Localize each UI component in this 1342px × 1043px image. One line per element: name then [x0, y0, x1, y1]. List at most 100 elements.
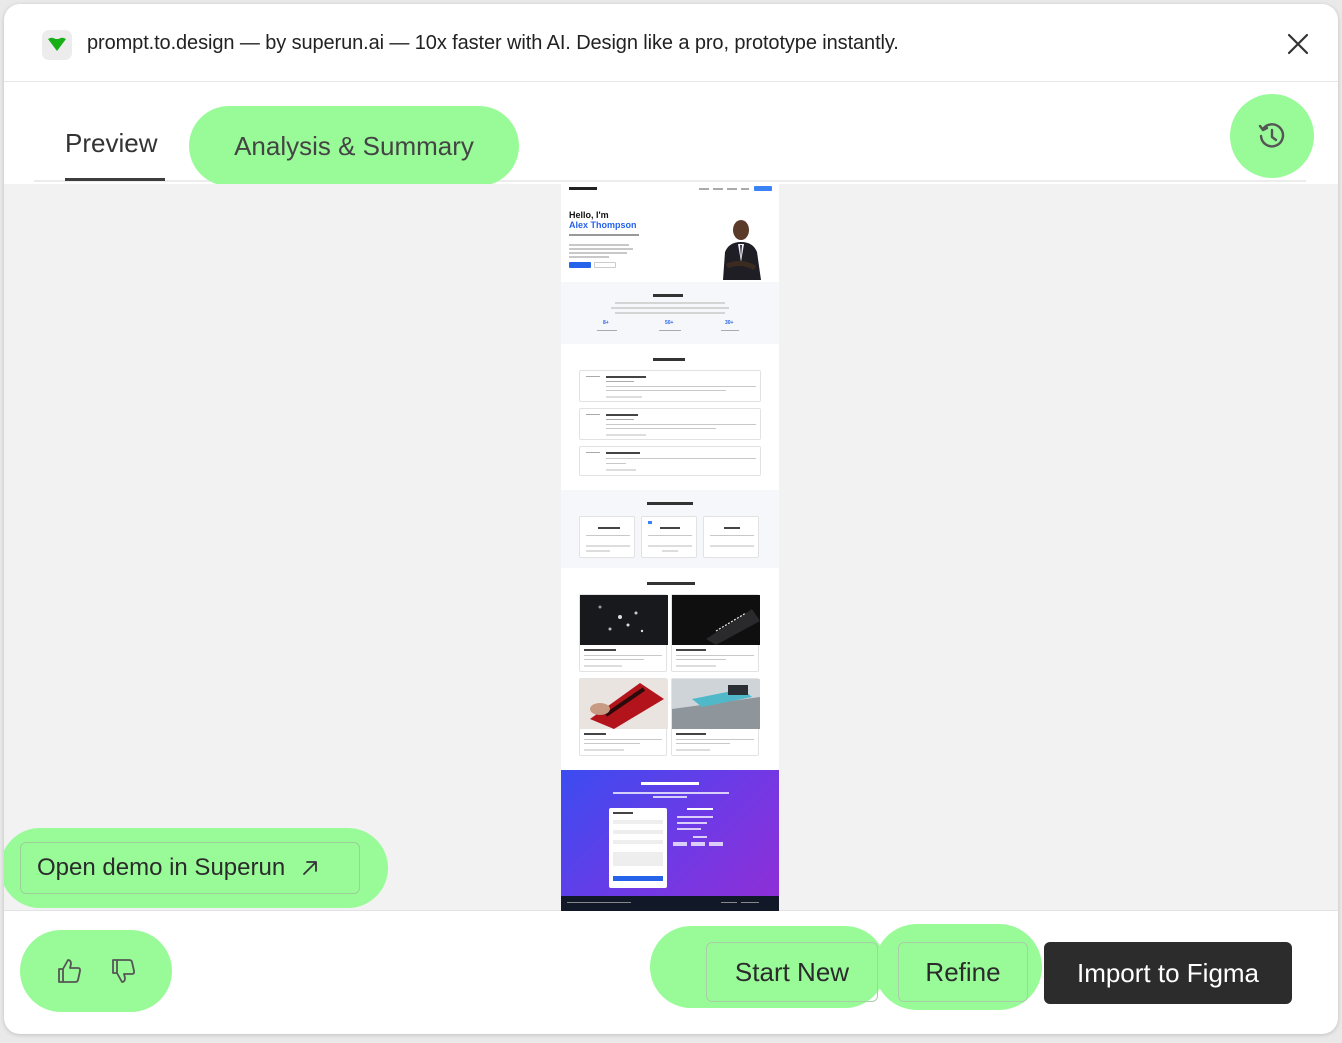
project-image — [580, 679, 668, 729]
text-line — [606, 452, 640, 454]
project-image — [672, 679, 760, 729]
preview-nav-link — [741, 188, 749, 190]
text-line — [586, 550, 610, 552]
text-line — [677, 822, 707, 824]
text-line — [615, 312, 725, 314]
preview-about-section: 8+ 50+ 30+ — [561, 282, 779, 344]
preview-hero-primary-button — [569, 262, 591, 268]
text-line — [606, 414, 638, 416]
text-line — [710, 545, 754, 547]
tab-preview[interactable]: Preview — [65, 128, 157, 159]
preview-hero-secondary-button — [594, 262, 616, 268]
text-line — [676, 739, 754, 740]
text-line — [569, 256, 609, 258]
preview-projects-section — [561, 568, 779, 770]
preview-project-card — [671, 678, 760, 756]
text-line — [676, 749, 710, 751]
thumbs-down-button[interactable] — [108, 956, 138, 986]
preview-skills-section — [561, 490, 779, 568]
tab-bar: Preview Analysis & Summary — [34, 82, 1314, 186]
text-line — [613, 792, 729, 794]
text-line — [724, 527, 740, 529]
text-line — [615, 302, 725, 304]
preview-footer — [561, 896, 779, 911]
thumbs-up-button[interactable] — [54, 956, 84, 986]
text-line — [741, 902, 759, 903]
text-line — [676, 649, 706, 651]
section-title — [653, 294, 683, 297]
text-line — [569, 244, 629, 246]
text-line — [606, 390, 726, 391]
preview-brand — [569, 187, 597, 190]
text-line — [653, 796, 687, 798]
preview-project-card — [671, 594, 760, 672]
text-line — [611, 307, 729, 309]
text-line — [613, 812, 633, 814]
text-line — [586, 414, 600, 415]
text-line — [676, 659, 726, 660]
text-line — [584, 743, 640, 744]
preview-experience-card — [579, 370, 761, 402]
text-line — [567, 902, 631, 903]
text-line — [584, 649, 616, 651]
text-line — [606, 469, 636, 471]
preview-nav — [561, 184, 779, 194]
text-line — [606, 376, 646, 378]
preview-nav-link — [713, 188, 723, 190]
preview-stat: 8+ — [603, 320, 609, 326]
text-line — [691, 842, 705, 846]
history-button[interactable] — [1230, 94, 1314, 178]
preview-project-card — [579, 594, 668, 672]
text-line — [606, 463, 626, 464]
thumbs-up-icon — [58, 959, 81, 983]
preview-contact-section — [561, 770, 779, 896]
text-line — [709, 842, 723, 846]
project-image — [580, 595, 668, 645]
open-demo-label: Open demo in Superun — [37, 854, 286, 881]
text-line — [660, 527, 680, 529]
website-preview[interactable]: Hello, I'm Alex Thompson 8+ 50+ 30+ — [561, 184, 779, 911]
open-demo-button[interactable]: Open demo in Superun — [20, 842, 360, 894]
text-line — [676, 665, 716, 667]
preview-skill-card — [641, 516, 697, 558]
text-line — [677, 828, 701, 830]
text-line — [721, 902, 737, 903]
text-line — [613, 830, 663, 834]
section-title — [647, 582, 695, 585]
text-line — [606, 386, 756, 387]
section-title — [653, 358, 685, 361]
tab-analysis-summary[interactable]: Analysis & Summary — [189, 106, 519, 186]
active-tab-indicator — [65, 178, 165, 181]
preview-experience-card — [579, 446, 761, 476]
preview-experience-section — [561, 344, 779, 490]
text-line — [606, 424, 756, 425]
text-line — [693, 836, 707, 838]
text-line — [641, 782, 699, 785]
start-new-button[interactable]: Start New — [706, 942, 878, 1002]
history-icon — [1258, 123, 1285, 148]
text-line — [648, 535, 692, 536]
text-line — [677, 816, 713, 818]
preview-stat: 50+ — [665, 320, 674, 326]
dialog-header: prompt.to.design — by superun.ai — 10x f… — [4, 4, 1338, 82]
text-line — [586, 545, 630, 547]
preview-area: Hello, I'm Alex Thompson 8+ 50+ 30+ — [4, 184, 1338, 911]
text-line — [584, 733, 606, 735]
text-line — [613, 840, 663, 844]
preview-hero-subtitle — [569, 234, 639, 236]
refine-button[interactable]: Refine — [898, 942, 1028, 1002]
text-line — [676, 733, 706, 735]
text-line — [606, 428, 716, 429]
preview-nav-link — [699, 188, 709, 190]
text-line — [584, 739, 662, 740]
text-line — [676, 655, 754, 656]
text-line — [597, 330, 617, 331]
text-line — [586, 452, 600, 453]
text-line — [606, 381, 634, 382]
text-line — [586, 376, 600, 377]
import-to-figma-button[interactable]: Import to Figma — [1044, 942, 1292, 1004]
preview-skill-card — [703, 516, 759, 558]
portrait-image — [723, 220, 761, 280]
text-line — [687, 808, 713, 810]
close-button[interactable] — [1280, 26, 1316, 62]
